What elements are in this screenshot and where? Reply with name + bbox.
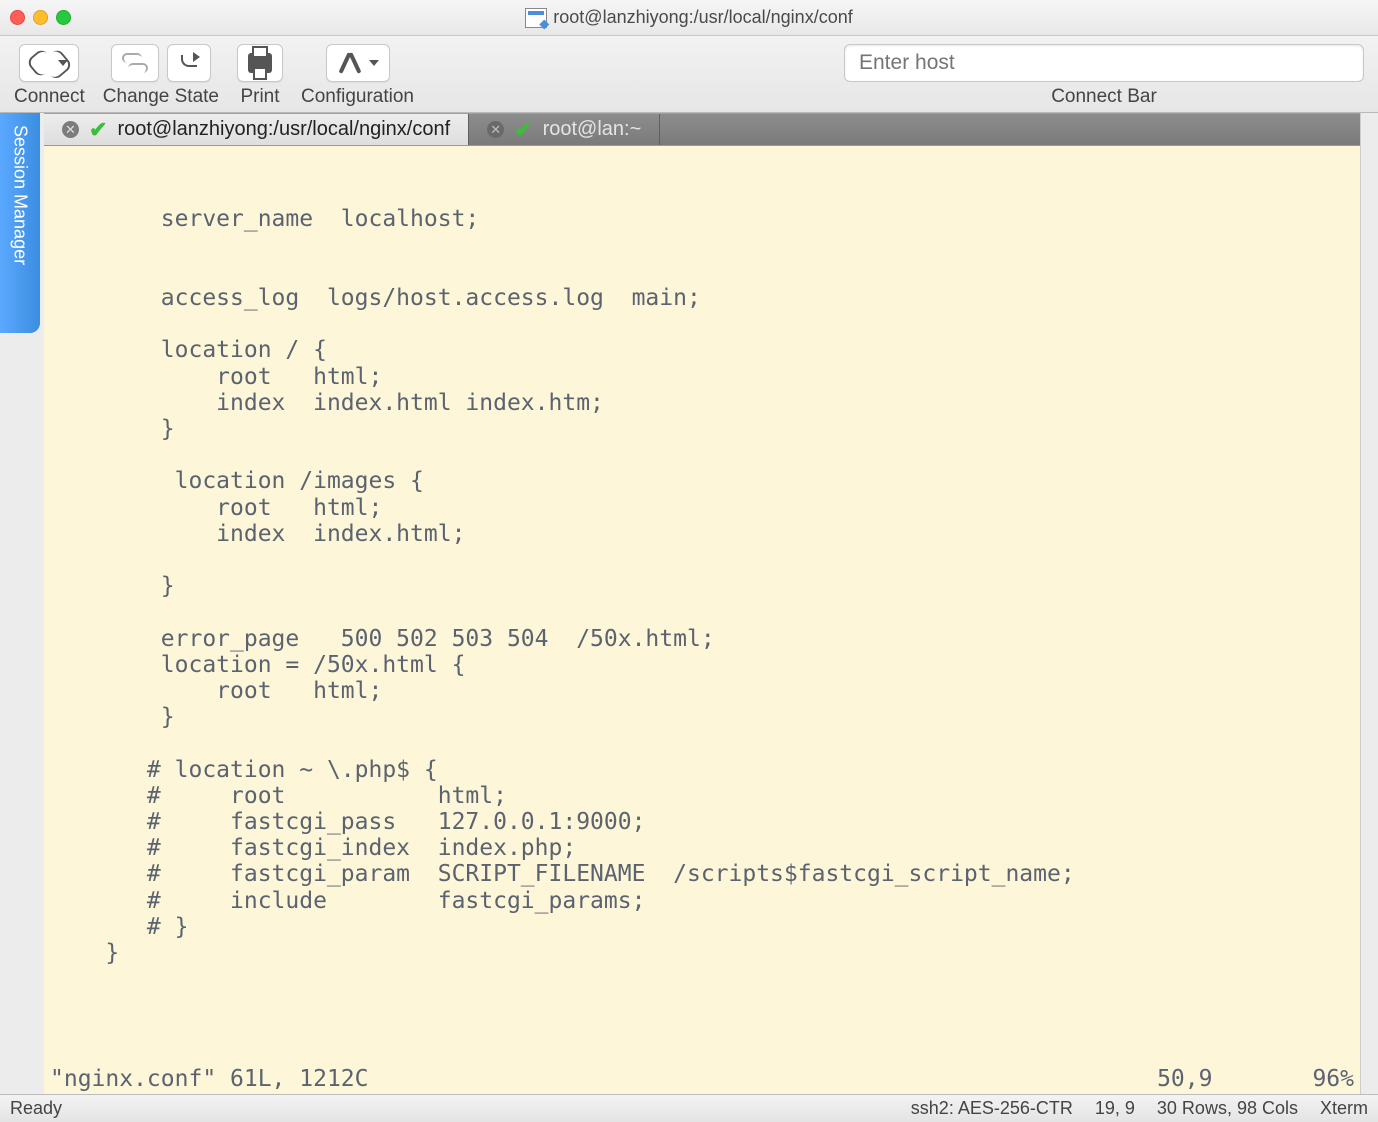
- toolbar: Connect Change State Print Configura: [0, 36, 1378, 113]
- tab-label: root@lanzhiyong:/usr/local/nginx/conf: [117, 118, 450, 141]
- vim-cursor-pos: 50,9: [1157, 1066, 1212, 1092]
- disconnect-button[interactable]: [167, 44, 211, 82]
- session-manager-tab[interactable]: Session Manager: [0, 113, 40, 333]
- tabstrip: ✕ ✔ root@lanzhiyong:/usr/local/nginx/con…: [44, 113, 1360, 145]
- connected-check-icon: ✔: [514, 117, 532, 143]
- toolbar-connect-group: Connect: [14, 44, 85, 108]
- print-button[interactable]: [237, 44, 283, 82]
- close-tab-icon[interactable]: ✕: [487, 121, 504, 138]
- status-ssh: ssh2: AES-256-CTR: [911, 1098, 1073, 1119]
- connect-bar-label: Connect Bar: [1051, 86, 1157, 108]
- toolbar-connectbar-group: Connect Bar: [844, 44, 1364, 108]
- vim-scroll-pct: 96%: [1312, 1066, 1354, 1092]
- tab-label: root@lan:~: [543, 118, 642, 141]
- window-title: root@lanzhiyong:/usr/local/nginx/conf: [553, 7, 852, 28]
- close-tab-icon[interactable]: ✕: [62, 121, 79, 138]
- toolbar-print-group: Print: [237, 44, 283, 108]
- minimize-window-icon[interactable]: [33, 10, 48, 25]
- reconnect-button[interactable]: [111, 44, 159, 82]
- refresh-icon: [122, 53, 148, 73]
- host-input[interactable]: [844, 44, 1364, 82]
- link-icon: [26, 48, 57, 79]
- zoom-window-icon[interactable]: [56, 10, 71, 25]
- connect-label: Connect: [14, 86, 85, 108]
- configuration-button[interactable]: [326, 44, 390, 82]
- chevron-down-icon: [369, 60, 379, 66]
- vim-file-info: "nginx.conf" 61L, 1212C: [50, 1066, 369, 1092]
- configuration-label: Configuration: [301, 86, 414, 108]
- session-tab-inactive[interactable]: ✕ ✔ root@lan:~: [469, 114, 660, 145]
- status-dims: 30 Rows, 98 Cols: [1157, 1098, 1298, 1119]
- toolbar-config-group: Configuration: [301, 44, 414, 108]
- scrollbar[interactable]: [1360, 113, 1378, 1094]
- print-icon: [248, 53, 272, 73]
- app-icon: [525, 8, 547, 28]
- toolbar-changestate-group: Change State: [103, 44, 219, 108]
- session-tab-active[interactable]: ✕ ✔ root@lanzhiyong:/usr/local/nginx/con…: [44, 114, 469, 145]
- print-label: Print: [240, 86, 279, 108]
- status-ready: Ready: [10, 1098, 62, 1119]
- change-state-label: Change State: [103, 86, 219, 108]
- terminal[interactable]: server_name localhost; access_log logs/h…: [44, 145, 1360, 1094]
- titlebar: root@lanzhiyong:/usr/local/nginx/conf: [0, 0, 1378, 36]
- close-window-icon[interactable]: [10, 10, 25, 25]
- connected-check-icon: ✔: [89, 117, 107, 143]
- status-term: Xterm: [1320, 1098, 1368, 1119]
- left-gutter: Session Manager: [0, 113, 44, 1094]
- connect-button[interactable]: [19, 44, 79, 82]
- statusbar: Ready ssh2: AES-256-CTR 19, 9 30 Rows, 9…: [0, 1094, 1378, 1122]
- vim-status-line: "nginx.conf" 61L, 1212C 50,9 96%: [44, 1066, 1360, 1094]
- tools-icon: [337, 52, 363, 74]
- status-cursor: 19, 9: [1095, 1098, 1135, 1119]
- window-controls: [10, 10, 71, 25]
- disconnect-icon: [178, 55, 200, 71]
